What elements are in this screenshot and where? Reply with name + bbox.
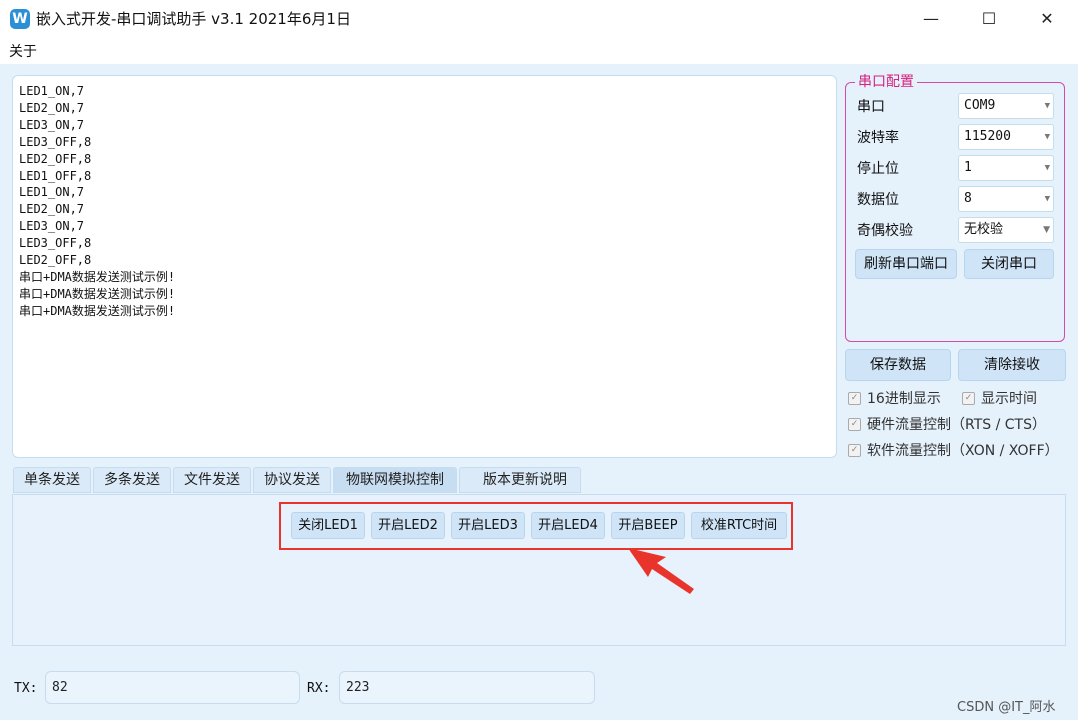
stop-bits-label: 停止位 bbox=[857, 161, 899, 177]
chevron-down-icon: ▼ bbox=[1044, 194, 1050, 204]
tx-label: TX: bbox=[14, 681, 38, 696]
tx-count-field: 82 bbox=[45, 671, 300, 704]
tab-version-notes[interactable]: 版本更新说明 bbox=[459, 467, 581, 493]
show-time-checkbox[interactable]: ✓ 显示时间 bbox=[962, 388, 1037, 408]
tab-protocol-send[interactable]: 协议发送 bbox=[253, 467, 331, 493]
highlight-box bbox=[279, 502, 793, 550]
parity-select-value: 无校验 bbox=[964, 222, 1004, 237]
minimize-button[interactable]: — bbox=[902, 0, 960, 38]
port-label: 串口 bbox=[857, 99, 885, 115]
checkbox-icon: ✓ bbox=[962, 391, 975, 405]
tab-single-send[interactable]: 单条发送 bbox=[13, 467, 91, 493]
parity-select[interactable]: 无校验 ▼ bbox=[958, 217, 1054, 243]
save-data-button[interactable]: 保存数据 bbox=[845, 349, 951, 381]
chevron-down-icon: ▼ bbox=[1044, 163, 1050, 173]
chevron-down-icon: ▼ bbox=[1044, 101, 1050, 111]
watermark: CSDN @IT_阿水 bbox=[957, 700, 1056, 715]
port-select[interactable]: COM9 ▼ bbox=[958, 93, 1054, 119]
chevron-down-icon: ▼ bbox=[1043, 225, 1050, 235]
menu-item-about[interactable]: 关于 bbox=[9, 41, 37, 61]
receive-line: LED3_OFF,8 bbox=[19, 134, 92, 149]
serial-config-group bbox=[845, 82, 1065, 342]
app-logo-icon: W bbox=[10, 9, 30, 29]
menu-bar: 关于 bbox=[0, 38, 1078, 64]
receive-line: LED2_ON,7 bbox=[19, 100, 85, 115]
hex-display-checkbox[interactable]: ✓ 16进制显示 bbox=[848, 388, 941, 408]
red-arrow-icon bbox=[628, 548, 694, 594]
data-bits-select-value: 8 bbox=[964, 191, 972, 206]
receive-line: LED2_OFF,8 bbox=[19, 151, 92, 166]
receive-line: LED2_OFF,8 bbox=[19, 253, 92, 268]
checkbox-icon: ✓ bbox=[848, 391, 861, 405]
receive-line: 串口+DMA数据发送测试示例! bbox=[19, 303, 176, 318]
software-flow-label: 软件流量控制（XON / XOFF） bbox=[867, 443, 1059, 459]
receive-line: 串口+DMA数据发送测试示例! bbox=[19, 269, 176, 284]
close-port-button[interactable]: 关闭串口 bbox=[964, 249, 1054, 279]
receive-line: LED3_OFF,8 bbox=[19, 236, 92, 251]
tab-file-send[interactable]: 文件发送 bbox=[173, 467, 251, 493]
port-select-value: COM9 bbox=[964, 98, 996, 113]
title-bar: W 嵌入式开发-串口调试助手 v3.1 2021年6月1日 — ☐ ✕ bbox=[0, 0, 1078, 38]
stop-bits-select-value: 1 bbox=[964, 160, 972, 175]
tab-multi-send[interactable]: 多条发送 bbox=[93, 467, 171, 493]
receive-line: LED2_ON,7 bbox=[19, 202, 85, 217]
close-button[interactable]: ✕ bbox=[1018, 0, 1076, 38]
chevron-down-icon: ▼ bbox=[1044, 132, 1050, 142]
parity-label: 奇偶校验 bbox=[857, 223, 913, 239]
receive-line: 串口+DMA数据发送测试示例! bbox=[19, 286, 176, 301]
baud-select-value: 115200 bbox=[964, 129, 1011, 144]
receive-line: LED3_ON,7 bbox=[19, 117, 85, 132]
window-title: 嵌入式开发-串口调试助手 v3.1 2021年6月1日 bbox=[36, 10, 351, 28]
baud-select[interactable]: 115200 ▼ bbox=[958, 124, 1054, 150]
baud-label: 波特率 bbox=[857, 130, 899, 146]
receive-line: LED1_ON,7 bbox=[19, 185, 85, 200]
receive-line: LED1_OFF,8 bbox=[19, 168, 92, 183]
data-bits-select[interactable]: 8 ▼ bbox=[958, 186, 1054, 212]
hex-display-label: 16进制显示 bbox=[867, 391, 941, 407]
receive-line: LED1_ON,7 bbox=[19, 84, 85, 98]
receive-textarea[interactable]: LED1_ON,7 LED2_ON,7 LED3_ON,7 LED3_OFF,8… bbox=[12, 75, 837, 458]
rx-count-field: 223 bbox=[339, 671, 595, 704]
clear-receive-button[interactable]: 清除接收 bbox=[958, 349, 1066, 381]
checkbox-icon: ✓ bbox=[848, 443, 861, 457]
hardware-flow-checkbox[interactable]: ✓ 硬件流量控制（RTS / CTS） bbox=[848, 414, 1046, 434]
show-time-label: 显示时间 bbox=[981, 391, 1037, 407]
software-flow-checkbox[interactable]: ✓ 软件流量控制（XON / XOFF） bbox=[848, 440, 1059, 460]
hardware-flow-label: 硬件流量控制（RTS / CTS） bbox=[867, 417, 1046, 433]
tab-iot-control[interactable]: 物联网模拟控制 bbox=[333, 467, 457, 493]
receive-line: LED3_ON,7 bbox=[19, 219, 85, 234]
data-bits-label: 数据位 bbox=[857, 192, 899, 208]
serial-config-title: 串口配置 bbox=[855, 73, 917, 91]
checkbox-icon: ✓ bbox=[848, 417, 861, 431]
refresh-ports-button[interactable]: 刷新串口端口 bbox=[855, 249, 957, 279]
maximize-button[interactable]: ☐ bbox=[960, 0, 1018, 38]
rx-label: RX: bbox=[307, 681, 331, 696]
stop-bits-select[interactable]: 1 ▼ bbox=[958, 155, 1054, 181]
